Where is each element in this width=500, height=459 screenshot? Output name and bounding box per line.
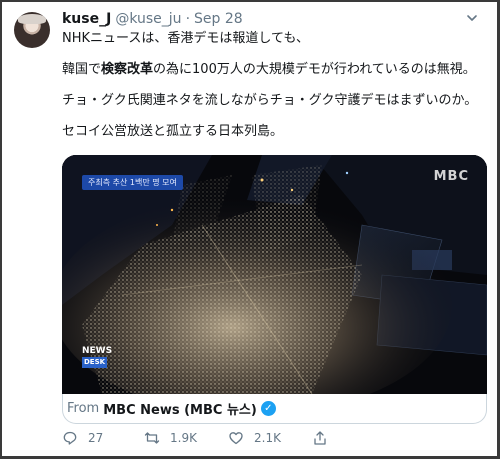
reply-count: 27 bbox=[88, 431, 104, 445]
source-name-link[interactable]: MBC News (MBC 뉴스) bbox=[103, 399, 257, 418]
verified-badge-icon: ✓ bbox=[260, 401, 276, 416]
video-source-attribution[interactable]: From MBC News (MBC 뉴스) ✓ bbox=[62, 394, 487, 424]
newsdesk-logo-bottom: DESK bbox=[82, 357, 108, 368]
tweet-line-2: 韓国で検察改革の為に100万人の大規模デモが行われているのは無視。 bbox=[62, 61, 487, 79]
tweet-actions: 27 1.9K 2.1K bbox=[62, 430, 362, 450]
video-caption: 주최측 추산 1백만 명 모여 bbox=[82, 175, 183, 190]
like-action[interactable]: 2.1K bbox=[228, 430, 281, 446]
tweet-header: kuse_J @kuse_ju · Sep 28 bbox=[62, 11, 243, 27]
reply-icon bbox=[63, 431, 77, 445]
mbc-logo: MBC bbox=[433, 169, 469, 184]
newsdesk-logo: NEWS DESK bbox=[82, 347, 114, 368]
display-name[interactable]: kuse_J bbox=[62, 11, 111, 27]
retweet-count: 1.9K bbox=[170, 431, 197, 445]
tweet-line-2-part-3: の為に100万人の大規模デモが行われているのは無視。 bbox=[153, 62, 476, 77]
share-action[interactable] bbox=[312, 430, 328, 446]
tweet-line-3: チョ・グク氏関連ネタを流しながらチョ・グク守護デモはまずいのか。 bbox=[62, 93, 478, 108]
crowd-aerial-image bbox=[62, 155, 487, 394]
tweet-text: NHKニュースは、香港デモは報道しても、 韓国で検察改革の為に100万人の大規模… bbox=[62, 30, 487, 141]
newsdesk-logo-top: NEWS bbox=[82, 346, 113, 356]
avatar[interactable] bbox=[14, 12, 50, 48]
tweet-line-4: セコイ公営放送と孤立する日本列島。 bbox=[62, 124, 284, 139]
reply-action[interactable]: 27 bbox=[62, 430, 103, 446]
like-count: 2.1K bbox=[254, 431, 281, 445]
retweet-action[interactable]: 1.9K bbox=[144, 430, 197, 446]
separator-dot: · bbox=[185, 11, 191, 27]
tweet-date[interactable]: Sep 28 bbox=[194, 11, 243, 27]
retweet-icon bbox=[144, 432, 160, 444]
share-icon bbox=[314, 431, 326, 445]
embedded-video[interactable]: 주최측 추산 1백만 명 모여 MBC NEWS DESK bbox=[62, 155, 487, 394]
more-options-chevron-icon[interactable] bbox=[464, 10, 484, 26]
from-label: From bbox=[67, 401, 100, 416]
user-handle[interactable]: @kuse_ju bbox=[115, 11, 181, 27]
tweet-line-1: NHKニュースは、香港デモは報道しても、 bbox=[62, 31, 309, 46]
tweet-line-2-bold: 検察改革 bbox=[101, 62, 154, 77]
tweet-card[interactable]: kuse_J @kuse_ju · Sep 28 NHKニュースは、香港デモは報… bbox=[2, 2, 497, 456]
tweet-line-2-part-1: 韓国で bbox=[62, 62, 102, 77]
heart-icon bbox=[229, 432, 243, 445]
